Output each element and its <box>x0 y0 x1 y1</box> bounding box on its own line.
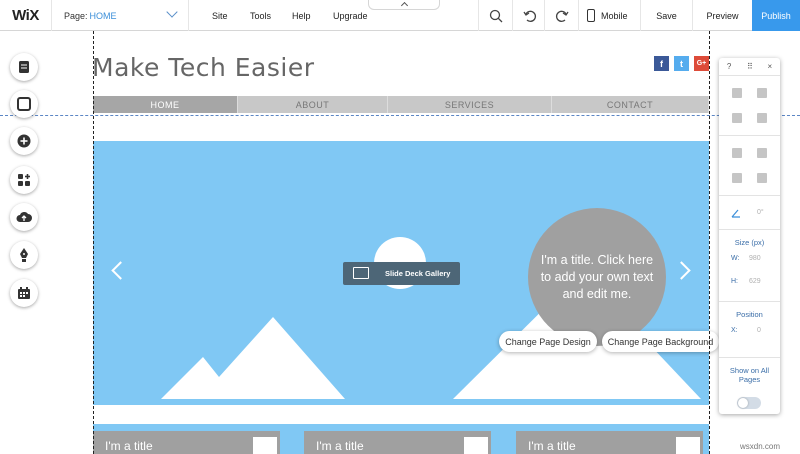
bring-forward-icon[interactable] <box>732 148 742 158</box>
pen-icon <box>20 248 28 262</box>
preview-button[interactable]: Preview <box>692 0 752 31</box>
send-backward-icon[interactable] <box>757 148 767 158</box>
content-box-2[interactable]: I'm a title <box>304 431 491 454</box>
content-box-1-image <box>253 437 277 454</box>
bookings-button[interactable] <box>10 279 38 307</box>
height-label: H: <box>731 278 738 285</box>
pages-icon <box>19 61 29 73</box>
delete-icon[interactable] <box>757 113 767 123</box>
copy-icon[interactable] <box>732 88 742 98</box>
copy-paste-section <box>719 76 780 136</box>
googleplus-icon[interactable]: G+ <box>694 56 709 71</box>
align-icon[interactable] <box>732 173 742 183</box>
x-label: X: <box>731 327 738 334</box>
content-box-3[interactable]: I'm a title <box>516 431 703 454</box>
content-box-2-image <box>464 437 488 454</box>
watermark: wsxdn.com <box>740 442 781 451</box>
menu-help[interactable]: Help <box>292 0 311 31</box>
zoom-icon <box>489 9 502 22</box>
apps-icon <box>18 174 30 186</box>
redo-icon <box>555 10 569 22</box>
size-section: Size (px) W: 980 H: 629 <box>719 230 780 302</box>
menu-upgrade[interactable]: Upgrade <box>333 0 368 31</box>
panel-close-icon[interactable]: × <box>767 62 772 71</box>
duplicate-icon[interactable] <box>732 113 742 123</box>
height-value[interactable]: 629 <box>749 278 761 285</box>
menu-site[interactable]: Site <box>212 0 228 31</box>
pages-button[interactable] <box>10 53 38 81</box>
arrange-section <box>719 136 780 196</box>
rotation-value[interactable]: 0° <box>757 209 764 216</box>
left-page-guide <box>93 31 94 454</box>
right-page-guide <box>709 31 710 454</box>
undo-icon <box>522 10 536 22</box>
nav-services[interactable]: SERVICES <box>388 96 552 113</box>
mobile-view-button[interactable]: Mobile <box>578 0 640 31</box>
mobile-label: Mobile <box>601 10 628 21</box>
background-icon <box>17 97 31 111</box>
undo-button[interactable] <box>512 0 546 31</box>
width-value[interactable]: 980 <box>749 255 761 262</box>
position-section: Position X: 0 <box>719 302 780 358</box>
toggle-knob <box>738 398 748 408</box>
blog-button[interactable] <box>10 241 38 269</box>
x-value[interactable]: 0 <box>757 327 761 334</box>
rotate-icon[interactable] <box>731 208 741 218</box>
site-title[interactable]: Make Tech Easier <box>92 53 315 82</box>
paste-icon[interactable] <box>757 88 767 98</box>
add-button[interactable] <box>10 127 38 155</box>
wix-logo[interactable]: WiX <box>0 0 52 31</box>
distribute-icon[interactable] <box>757 173 767 183</box>
page-selector[interactable]: Page: HOME <box>52 0 189 31</box>
page-label: Page: <box>64 10 88 21</box>
cloud-upload-icon <box>16 211 32 222</box>
nav-contact[interactable]: CONTACT <box>552 96 709 113</box>
calendar-icon <box>18 287 30 299</box>
show-all-pages-section: Show on All Pages <box>719 358 780 384</box>
drag-handle-icon[interactable]: ⠿ <box>747 62 753 71</box>
panel-header: ? ⠿ × <box>719 58 780 76</box>
page-value: HOME <box>89 10 117 21</box>
app-market-button[interactable] <box>10 166 38 194</box>
rotation-section: 0° <box>719 196 780 230</box>
hero-title-circle[interactable]: I'm a title. Click here to add your own … <box>528 208 666 346</box>
collapse-toolbar-button[interactable] <box>368 0 440 10</box>
width-label: W: <box>731 255 740 262</box>
chevron-down-icon <box>166 6 178 18</box>
media-upload-button[interactable] <box>10 203 38 231</box>
chevron-up-icon <box>400 1 408 10</box>
panel-help-icon[interactable]: ? <box>727 62 731 71</box>
background-button[interactable] <box>10 90 38 118</box>
site-nav: HOME ABOUT SERVICES CONTACT <box>93 96 709 113</box>
gallery-label-text: Slide Deck Gallery <box>385 269 451 278</box>
nav-home[interactable]: HOME <box>93 96 238 113</box>
publish-button[interactable]: Publish <box>752 0 800 31</box>
nav-about[interactable]: ABOUT <box>238 96 388 113</box>
show-all-pages-toggle[interactable] <box>737 397 761 409</box>
properties-panel: ? ⠿ × 0° Size (px) W: 980 H: 629 Positio… <box>719 58 780 414</box>
change-page-design-button[interactable]: Change Page Design <box>499 331 597 352</box>
save-button[interactable]: Save <box>640 0 692 31</box>
phone-icon <box>587 9 595 22</box>
redo-button[interactable] <box>544 0 578 31</box>
header-guide <box>0 115 800 116</box>
size-label: Size (px) <box>734 238 765 247</box>
position-label: Position <box>736 310 763 319</box>
change-page-background-button[interactable]: Change Page Background <box>602 331 719 352</box>
twitter-icon[interactable]: t <box>674 56 689 71</box>
menu-tools[interactable]: Tools <box>250 0 271 31</box>
plus-circle-icon <box>17 134 31 148</box>
gallery-label[interactable]: Slide Deck Gallery <box>343 262 460 285</box>
show-all-pages-label: Show on All Pages <box>729 366 770 384</box>
zoom-button[interactable] <box>478 0 512 31</box>
top-bar: WiX Page: HOME Site Tools Help Upgrade M… <box>0 0 800 31</box>
content-box-1[interactable]: I'm a title <box>93 431 280 454</box>
facebook-icon[interactable]: f <box>654 56 669 71</box>
image-icon <box>353 267 369 279</box>
content-box-3-image <box>676 437 700 454</box>
